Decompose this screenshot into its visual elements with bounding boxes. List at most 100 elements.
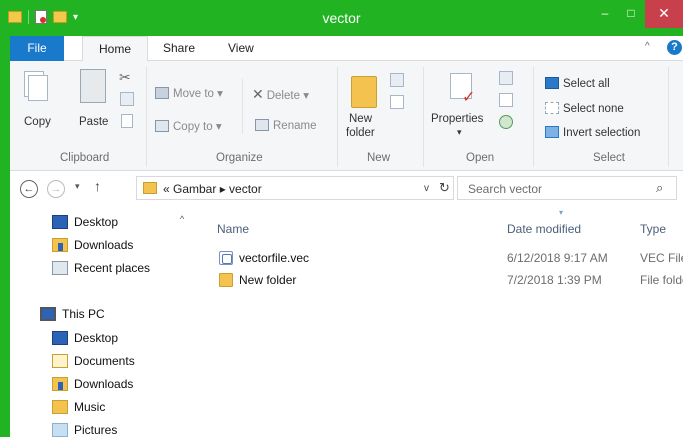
ribbon: Copy Paste ✂ Clipboard Move to ▾ Copy to… (10, 61, 683, 171)
group-label-new: New (367, 152, 391, 164)
select-all-icon (545, 77, 559, 89)
move-to-label: Move to (173, 88, 214, 100)
help-icon[interactable]: ? (667, 40, 682, 55)
copy-to-icon (155, 120, 169, 132)
new-item-icon[interactable] (390, 73, 404, 87)
select-none-label: Select none (563, 103, 624, 115)
copy-to-button[interactable]: Copy to ▾ (155, 119, 222, 133)
file-type: File folder (640, 273, 683, 287)
copy-path-icon[interactable] (120, 92, 134, 106)
forward-button[interactable]: → (47, 180, 65, 198)
column-header-date-modified[interactable]: Date modified (507, 222, 581, 236)
divider (668, 67, 669, 167)
desktop-icon (52, 215, 68, 229)
paste-icon (80, 69, 106, 103)
file-row[interactable]: vectorfile.vec 6/12/2018 9:17 AM VEC Fil… (195, 247, 683, 269)
cut-icon[interactable]: ✂ (119, 69, 131, 86)
recent-locations-icon[interactable]: ▾ (75, 181, 80, 192)
tab-share[interactable]: Share (163, 36, 195, 61)
tab-file[interactable]: File (10, 36, 64, 61)
navigation-pane: ^ Desktop Downloads Recent places This P… (10, 204, 195, 437)
divider (337, 67, 338, 167)
this-pc-icon (40, 307, 56, 321)
nav-item-label: Pictures (74, 423, 118, 437)
paste-shortcut-icon[interactable] (121, 114, 133, 128)
address-bar[interactable]: « Gambar ▸ vector v ↻ (136, 176, 454, 200)
move-to-button[interactable]: Move to ▾ (155, 86, 223, 100)
minimize-button[interactable]: – (592, 0, 618, 28)
maximize-button[interactable]: □ (618, 0, 644, 28)
column-header-type[interactable]: Type (640, 222, 666, 236)
divider (423, 67, 424, 167)
copy-label: Copy (24, 116, 51, 128)
title-bar: ▾ vector – □ ✕ (0, 0, 683, 36)
nav-item-label: Downloads (74, 238, 134, 252)
file-date: 6/12/2018 9:17 AM (507, 251, 608, 265)
rename-button[interactable]: Rename (255, 119, 316, 132)
select-none-button[interactable]: Select none (545, 102, 624, 115)
search-placeholder: Search vector (468, 182, 543, 196)
open-icon[interactable] (499, 71, 513, 85)
invert-selection-icon (545, 126, 559, 138)
window-title: vector (322, 10, 361, 26)
history-icon[interactable] (499, 115, 513, 129)
chevron-down-icon[interactable]: v (424, 183, 429, 194)
file-row[interactable]: New folder 7/2/2018 1:39 PM File folder (195, 269, 683, 291)
nav-item-label: Music (74, 400, 106, 414)
nav-item-label: This PC (62, 307, 105, 321)
collapse-ribbon-icon[interactable]: ^ (645, 41, 650, 52)
select-all-label: Select all (563, 78, 610, 90)
chevron-down-icon: ▾ (303, 90, 309, 102)
nav-item-label: Desktop (74, 215, 119, 229)
copy-icon-back (28, 75, 48, 101)
window-border (0, 36, 10, 437)
up-button[interactable]: ↑ (94, 178, 101, 194)
nav-item-label: Desktop (74, 331, 119, 345)
group-label-select: Select (593, 152, 625, 164)
file-date: 7/2/2018 1:39 PM (507, 273, 602, 287)
invert-selection-button[interactable]: Invert selection (545, 126, 640, 139)
downloads-icon (52, 238, 68, 252)
nav-item-label: Downloads (74, 377, 134, 391)
tab-home[interactable]: Home (82, 36, 148, 62)
tab-view[interactable]: View (228, 36, 254, 61)
paste-label: Paste (79, 116, 109, 128)
new-folder-label-2: folder (346, 127, 375, 139)
file-name: New folder (239, 273, 297, 287)
vec-file-icon (219, 251, 233, 265)
address-row: ← → ▾ ↑ « Gambar ▸ vector v ↻ Search vec… (10, 172, 683, 204)
sort-indicator-icon: ▾ (559, 208, 564, 217)
delete-icon: ✕ (252, 86, 264, 102)
delete-button[interactable]: ✕ Delete ▾ (252, 86, 309, 103)
rename-label: Rename (273, 120, 317, 132)
documents-icon (52, 354, 68, 368)
downloads-icon (52, 377, 68, 391)
edit-icon[interactable] (499, 93, 513, 107)
copy-to-label: Copy to (173, 121, 213, 133)
file-name: vectorfile.vec (239, 251, 310, 265)
refresh-icon[interactable]: ↻ (439, 180, 450, 196)
folder-icon (219, 273, 233, 287)
close-button[interactable]: ✕ (645, 0, 683, 28)
select-none-icon (545, 102, 559, 114)
music-icon (52, 400, 68, 414)
scroll-up-icon[interactable]: ^ (180, 214, 184, 224)
nav-item-label: Recent places (74, 261, 151, 275)
divider (533, 67, 534, 167)
search-input[interactable]: Search vector ⌕ (457, 176, 677, 200)
select-all-button[interactable]: Select all (545, 77, 610, 90)
chevron-down-icon: ▾ (215, 121, 222, 133)
back-button[interactable]: ← (20, 180, 38, 198)
column-header-name[interactable]: Name (217, 222, 249, 236)
delete-label: Delete (266, 90, 300, 102)
file-list: ▾ Name Date modified Type vectorfile.vec… (195, 204, 683, 437)
folder-icon (143, 182, 157, 194)
breadcrumb[interactable]: « Gambar ▸ vector (163, 182, 262, 196)
search-icon[interactable]: ⌕ (656, 180, 663, 196)
easy-access-icon[interactable] (390, 95, 404, 109)
nav-item-label: Documents (74, 354, 135, 368)
divider (242, 79, 243, 134)
chevron-down-icon: ▾ (217, 88, 223, 100)
file-type: VEC File (640, 251, 683, 265)
move-to-icon (155, 87, 169, 99)
